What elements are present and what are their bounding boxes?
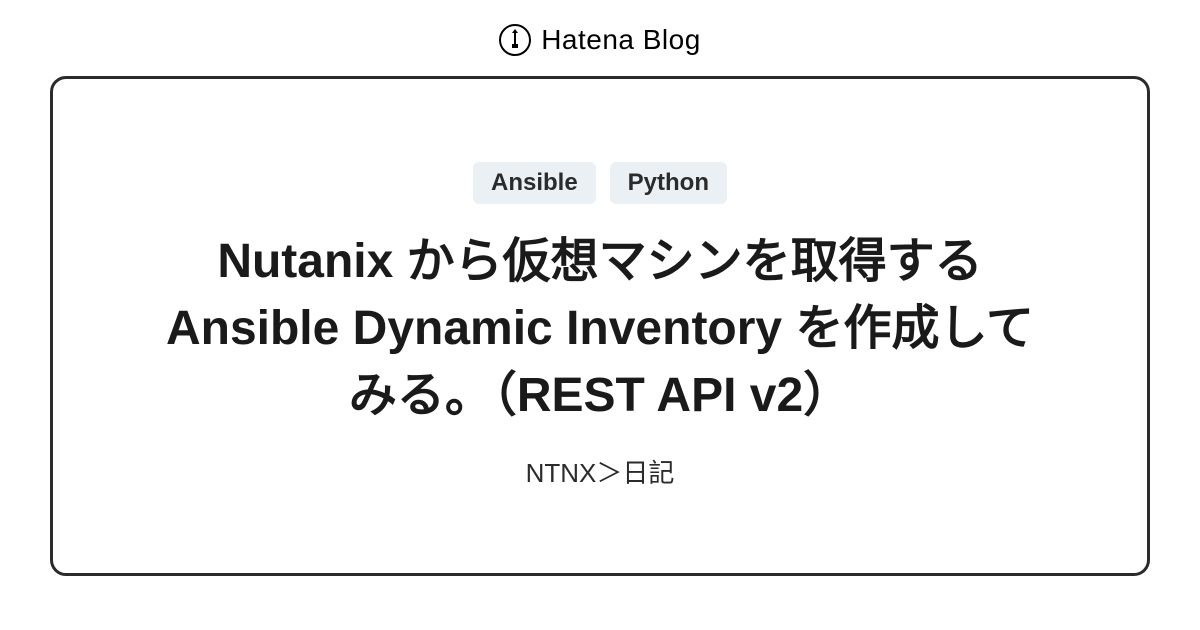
brand-header: Hatena Blog: [499, 0, 701, 76]
tag-list: Ansible Python: [473, 162, 727, 204]
hatena-logo-icon: [499, 24, 531, 56]
tag-item: Python: [610, 162, 727, 204]
og-card: Ansible Python Nutanix から仮想マシンを取得する Ansi…: [50, 76, 1150, 576]
blog-name: NTNX＞日記: [526, 453, 675, 490]
brand-name: Hatena Blog: [541, 24, 701, 56]
tag-item: Ansible: [473, 162, 596, 204]
article-title: Nutanix から仮想マシンを取得する Ansible Dynamic Inv…: [150, 228, 1050, 430]
